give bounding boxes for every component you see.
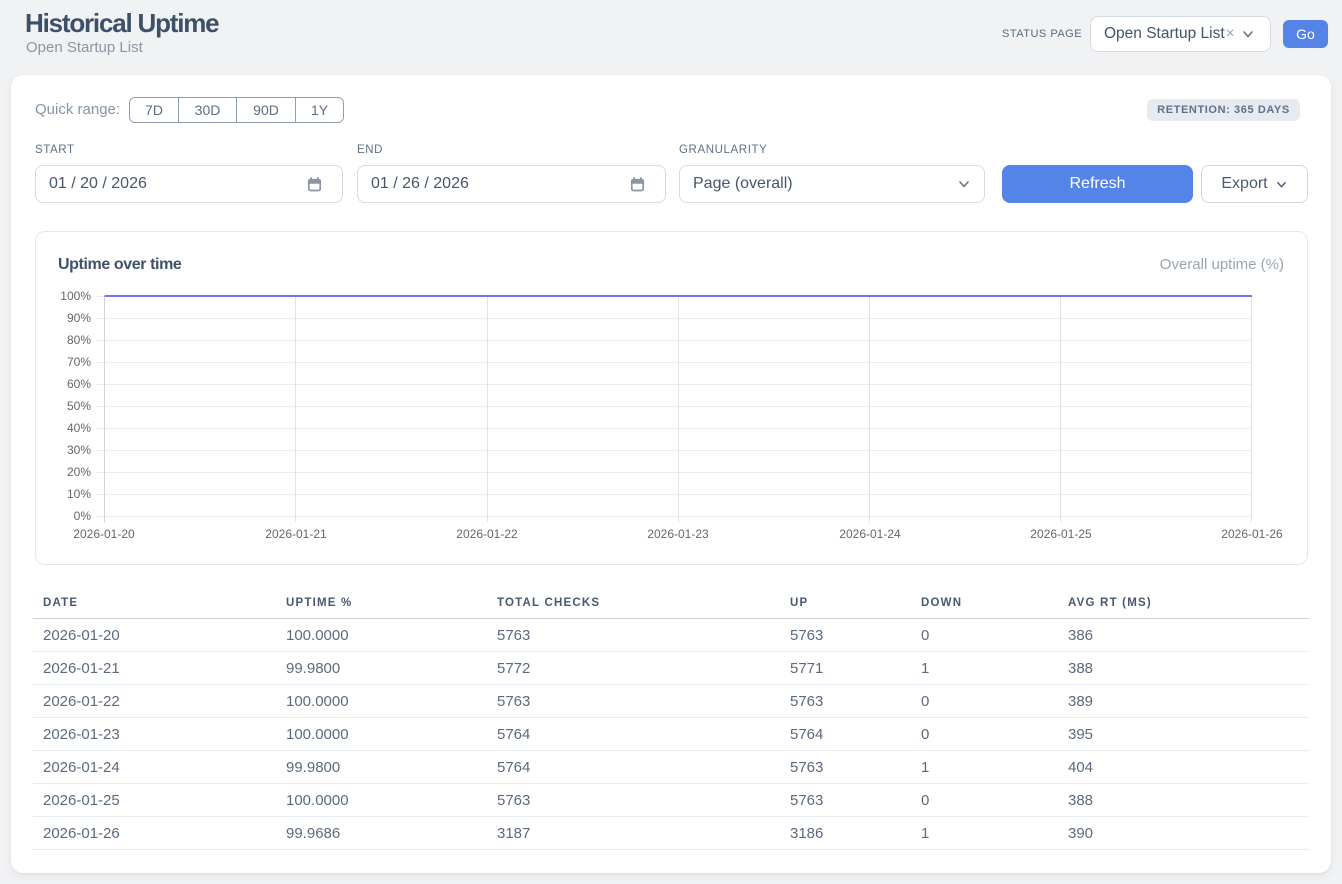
svg-text:0%: 0% xyxy=(74,509,92,523)
svg-text:2026-01-25: 2026-01-25 xyxy=(1030,527,1092,541)
svg-text:70%: 70% xyxy=(67,355,91,369)
svg-text:2026-01-26: 2026-01-26 xyxy=(1221,527,1283,541)
svg-text:100%: 100% xyxy=(60,289,91,303)
svg-text:60%: 60% xyxy=(67,377,91,391)
svg-text:2026-01-22: 2026-01-22 xyxy=(456,527,518,541)
svg-text:30%: 30% xyxy=(67,443,91,457)
svg-text:50%: 50% xyxy=(67,399,91,413)
svg-text:80%: 80% xyxy=(67,333,91,347)
svg-text:10%: 10% xyxy=(67,487,91,501)
svg-text:2026-01-21: 2026-01-21 xyxy=(265,527,327,541)
svg-text:2026-01-20: 2026-01-20 xyxy=(73,527,135,541)
svg-text:40%: 40% xyxy=(67,421,91,435)
svg-text:2026-01-24: 2026-01-24 xyxy=(839,527,901,541)
svg-text:90%: 90% xyxy=(67,311,91,325)
svg-text:20%: 20% xyxy=(67,465,91,479)
svg-text:2026-01-23: 2026-01-23 xyxy=(647,527,709,541)
